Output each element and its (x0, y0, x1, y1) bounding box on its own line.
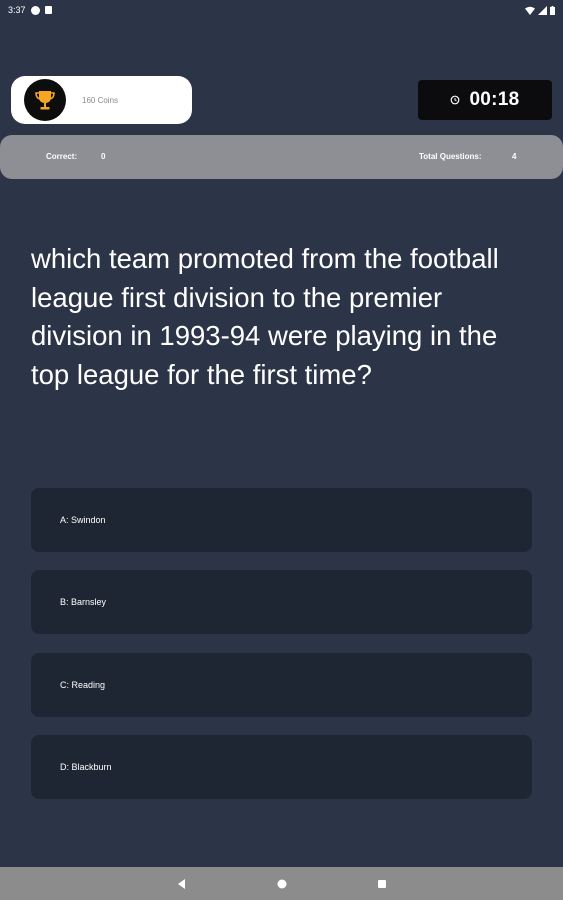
back-triangle-icon (177, 878, 185, 889)
notification-icon (30, 5, 40, 15)
status-bar-left: 3:37 (8, 5, 52, 15)
recents-button[interactable] (372, 874, 392, 894)
home-circle-icon (277, 879, 286, 888)
timer-icon (451, 95, 460, 105)
status-bar: 3:37 (0, 0, 563, 20)
home-button[interactable] (272, 874, 292, 894)
battery-icon (550, 5, 555, 15)
recents-square-icon (377, 879, 386, 888)
quiz-screen: 3:37 160 Coins 00:18 Correct: 0 Total Qu… (0, 0, 563, 900)
wifi-icon (525, 6, 535, 15)
status-bar-right (525, 5, 555, 15)
score-bar: Correct: 0 Total Questions: 4 (0, 135, 563, 179)
sim-card-icon (44, 6, 52, 14)
answer-label: C: Reading (60, 680, 106, 690)
timer-value: 00:18 (469, 89, 520, 110)
answer-option-b[interactable]: B: Barnsley (31, 570, 532, 634)
question-text: which team promoted from the football le… (31, 243, 499, 390)
trophy-icon (35, 91, 55, 110)
timer: 00:18 (418, 80, 552, 120)
answer-label: B: Barnsley (60, 597, 107, 607)
total-questions-value: 4 (512, 152, 517, 161)
signal-icon (538, 5, 547, 15)
coins-card: 160 Coins (11, 76, 192, 124)
correct-label: Correct: (46, 152, 78, 161)
trophy-badge (24, 79, 66, 121)
status-time: 3:37 (8, 5, 26, 15)
answer-label: A: Swindon (60, 515, 106, 525)
navigation-bar (0, 867, 563, 900)
total-questions-label: Total Questions: (419, 152, 482, 161)
coins-count: 160 Coins (82, 95, 119, 105)
answer-option-a[interactable]: A: Swindon (31, 488, 532, 552)
back-button[interactable] (172, 874, 192, 894)
correct-value: 0 (101, 152, 106, 161)
answer-option-d[interactable]: D: Blackburn (31, 735, 532, 799)
answer-option-c[interactable]: C: Reading (31, 653, 532, 717)
answer-label: D: Blackburn (60, 762, 112, 772)
